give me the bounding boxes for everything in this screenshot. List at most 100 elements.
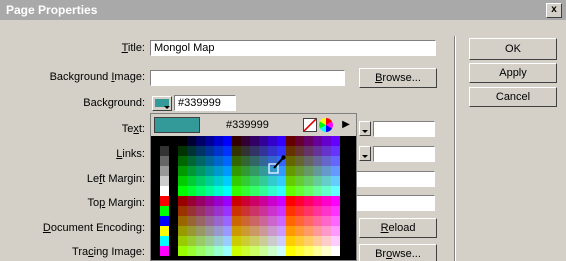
color-swatch[interactable] xyxy=(295,156,304,166)
color-swatch[interactable] xyxy=(232,166,241,176)
color-swatch[interactable] xyxy=(178,186,187,196)
top-margin-input[interactable] xyxy=(355,195,435,211)
color-swatch[interactable] xyxy=(259,206,268,216)
color-swatch[interactable] xyxy=(322,246,331,256)
color-swatch[interactable] xyxy=(178,156,187,166)
color-swatch[interactable] xyxy=(322,226,331,236)
color-swatch[interactable] xyxy=(178,176,187,186)
color-swatch[interactable] xyxy=(178,166,187,176)
color-swatch[interactable] xyxy=(250,246,259,256)
color-swatch[interactable] xyxy=(313,166,322,176)
color-swatch[interactable] xyxy=(313,146,322,156)
color-swatch[interactable] xyxy=(232,136,241,146)
color-swatch[interactable] xyxy=(241,186,250,196)
color-swatch[interactable] xyxy=(232,156,241,166)
close-button[interactable]: x xyxy=(546,3,562,18)
color-swatch[interactable] xyxy=(250,216,259,226)
color-swatch[interactable] xyxy=(259,216,268,226)
color-swatch[interactable] xyxy=(160,196,169,206)
color-swatch[interactable] xyxy=(232,146,241,156)
color-swatch[interactable] xyxy=(304,176,313,186)
color-swatch[interactable] xyxy=(241,166,250,176)
color-swatch[interactable] xyxy=(250,186,259,196)
color-swatch[interactable] xyxy=(322,236,331,246)
color-swatch[interactable] xyxy=(214,236,223,246)
color-swatch[interactable] xyxy=(196,166,205,176)
background-image-input[interactable] xyxy=(150,70,345,86)
color-swatch[interactable] xyxy=(313,206,322,216)
color-swatch[interactable] xyxy=(331,176,340,186)
color-swatch[interactable] xyxy=(241,206,250,216)
color-swatch[interactable] xyxy=(295,136,304,146)
color-swatch[interactable] xyxy=(205,156,214,166)
color-swatch[interactable] xyxy=(295,176,304,186)
color-swatch[interactable] xyxy=(304,236,313,246)
color-swatch[interactable] xyxy=(187,216,196,226)
color-swatch[interactable] xyxy=(223,216,232,226)
color-swatch[interactable] xyxy=(259,196,268,206)
color-swatch[interactable] xyxy=(241,246,250,256)
color-swatch[interactable] xyxy=(331,196,340,206)
color-swatch[interactable] xyxy=(313,186,322,196)
apply-button[interactable]: Apply xyxy=(469,63,557,83)
color-swatch[interactable] xyxy=(178,136,187,146)
color-swatch[interactable] xyxy=(178,146,187,156)
color-swatch[interactable] xyxy=(322,196,331,206)
color-swatch[interactable] xyxy=(196,226,205,236)
color-swatch[interactable] xyxy=(241,156,250,166)
color-swatch[interactable] xyxy=(250,226,259,236)
color-swatch[interactable] xyxy=(250,166,259,176)
color-swatch[interactable] xyxy=(268,216,277,226)
color-swatch[interactable] xyxy=(331,206,340,216)
color-swatch[interactable] xyxy=(196,246,205,256)
color-swatch[interactable] xyxy=(295,166,304,176)
color-swatch[interactable] xyxy=(205,166,214,176)
color-swatch[interactable] xyxy=(322,216,331,226)
color-swatch[interactable] xyxy=(232,186,241,196)
color-swatch[interactable] xyxy=(241,196,250,206)
color-swatch[interactable] xyxy=(241,226,250,236)
reload-button[interactable]: Reload xyxy=(359,218,437,238)
color-swatch[interactable] xyxy=(214,146,223,156)
color-swatch[interactable] xyxy=(295,226,304,236)
color-swatch[interactable] xyxy=(286,216,295,226)
color-swatch[interactable] xyxy=(160,136,169,146)
color-swatch[interactable] xyxy=(214,216,223,226)
color-swatch[interactable] xyxy=(196,216,205,226)
links-color-picker[interactable] xyxy=(359,146,371,161)
color-swatch[interactable] xyxy=(331,246,340,256)
color-swatch[interactable] xyxy=(250,176,259,186)
color-swatch[interactable] xyxy=(196,136,205,146)
color-swatch[interactable] xyxy=(160,216,169,226)
color-swatch[interactable] xyxy=(277,216,286,226)
color-swatch[interactable] xyxy=(331,226,340,236)
color-swatch[interactable] xyxy=(259,136,268,146)
color-swatch[interactable] xyxy=(187,166,196,176)
color-swatch[interactable] xyxy=(241,236,250,246)
color-swatch[interactable] xyxy=(241,136,250,146)
color-swatch[interactable] xyxy=(196,206,205,216)
palette-menu-arrow-icon[interactable]: ▶ xyxy=(339,116,353,134)
color-swatch[interactable] xyxy=(160,146,169,156)
color-swatch[interactable] xyxy=(277,136,286,146)
color-swatch[interactable] xyxy=(259,176,268,186)
color-swatch[interactable] xyxy=(259,226,268,236)
color-swatch[interactable] xyxy=(196,156,205,166)
color-swatch[interactable] xyxy=(295,196,304,206)
color-swatch[interactable] xyxy=(205,186,214,196)
color-swatch[interactable] xyxy=(214,156,223,166)
color-swatch[interactable] xyxy=(214,166,223,176)
color-swatch[interactable] xyxy=(160,176,169,186)
color-swatch[interactable] xyxy=(196,176,205,186)
color-swatch[interactable] xyxy=(205,136,214,146)
color-swatch[interactable] xyxy=(214,246,223,256)
color-swatch[interactable] xyxy=(160,226,169,236)
color-swatch[interactable] xyxy=(322,156,331,166)
color-swatch[interactable] xyxy=(295,206,304,216)
color-swatch[interactable] xyxy=(277,196,286,206)
color-swatch[interactable] xyxy=(304,136,313,146)
color-swatch[interactable] xyxy=(205,206,214,216)
color-swatch[interactable] xyxy=(304,196,313,206)
color-swatch[interactable] xyxy=(331,146,340,156)
color-swatch[interactable] xyxy=(304,216,313,226)
